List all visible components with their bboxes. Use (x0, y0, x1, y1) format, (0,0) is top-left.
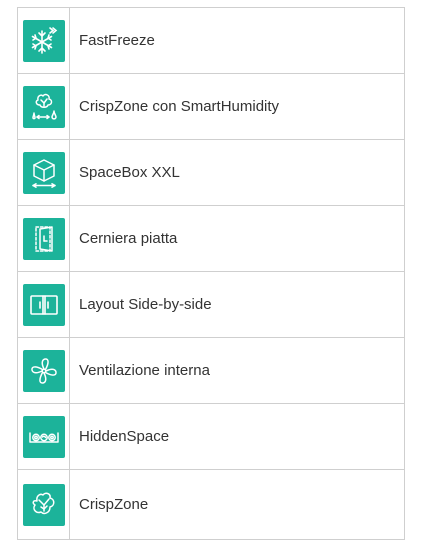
feature-row-side-by-side: Layout Side-by-side (18, 272, 404, 338)
feature-label: SpaceBox XXL (79, 164, 180, 181)
icon-cell (18, 140, 70, 205)
feature-label: Layout Side-by-side (79, 296, 212, 313)
vegetable-icon (22, 483, 65, 526)
feature-row-spacebox: SpaceBox XXL (18, 140, 404, 206)
icon-cell (18, 404, 70, 469)
feature-row-flat-hinge: Cerniera piatta (18, 206, 404, 272)
icon-cell (18, 74, 70, 139)
fan-icon (22, 349, 65, 392)
feature-label: FastFreeze (79, 32, 155, 49)
icon-cell (18, 470, 70, 539)
icon-cell (18, 206, 70, 271)
feature-row-fastfreeze: FastFreeze (18, 8, 404, 74)
feature-row-hiddenspace: HiddenSpace (18, 404, 404, 470)
feature-label: Cerniera piatta (79, 230, 178, 247)
icon-cell (18, 338, 70, 403)
vegetable-humidity-icon (22, 85, 65, 128)
hidden-space-icon (22, 415, 65, 458)
feature-row-crispzone-smarthumidity: CrispZone con SmartHumidity (18, 74, 404, 140)
icon-cell (18, 272, 70, 337)
feature-list: FastFreeze CrispZone con SmartHumidity S… (17, 7, 405, 540)
feature-label: CrispZone (79, 496, 149, 513)
feature-label: CrispZone con SmartHumidity (79, 98, 280, 115)
feature-row-crispzone: CrispZone (18, 470, 404, 540)
icon-cell (18, 8, 70, 73)
feature-label: HiddenSpace (79, 428, 170, 445)
side-by-side-icon (22, 283, 65, 326)
flat-hinge-door-icon (22, 217, 65, 260)
feature-label: Ventilazione interna (79, 362, 210, 379)
feature-row-ventilation: Ventilazione interna (18, 338, 404, 404)
box-icon (22, 151, 65, 194)
snowflake-icon (22, 19, 65, 62)
